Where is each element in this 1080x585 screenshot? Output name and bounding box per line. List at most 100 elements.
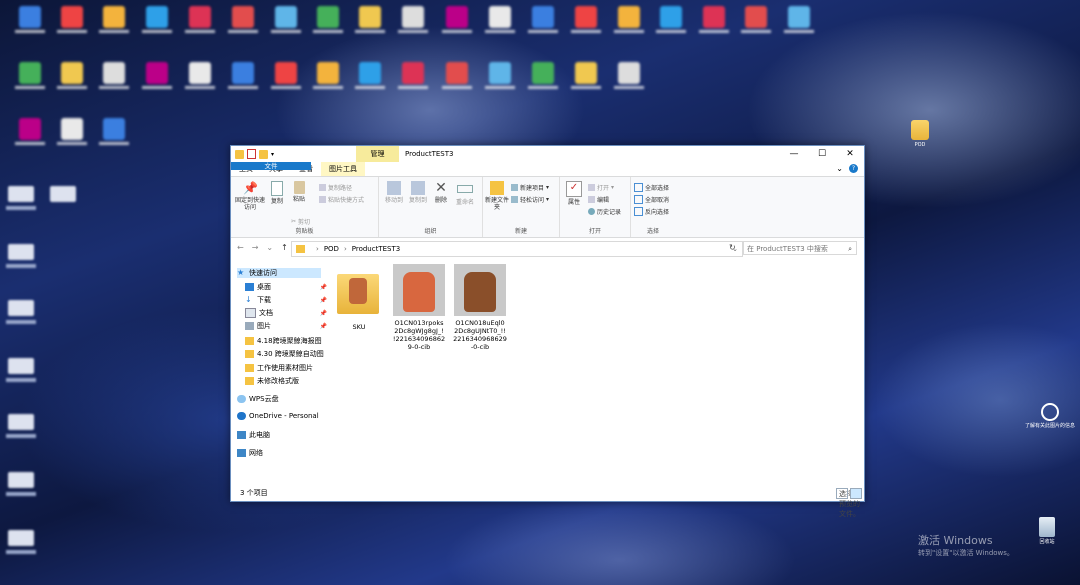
nav-item[interactable]: 未修改格式版 bbox=[237, 376, 329, 386]
nav-item[interactable]: 此电脑 bbox=[237, 430, 321, 440]
desktop-shortcut-icon[interactable] bbox=[92, 6, 136, 33]
desktop-shortcut-icon[interactable] bbox=[50, 186, 76, 202]
desktop-shortcut-icon[interactable] bbox=[348, 62, 392, 89]
pin-quick-access-button[interactable]: 📌 固定到快速访问 bbox=[234, 181, 266, 211]
desktop-shortcut-icon[interactable] bbox=[8, 244, 34, 260]
desktop-shortcut-icon[interactable] bbox=[135, 62, 179, 89]
cut-button[interactable]: ✂ 剪切 bbox=[291, 217, 310, 226]
paste-button[interactable]: 粘贴 bbox=[289, 181, 309, 203]
forward-arrow-icon[interactable]: → bbox=[252, 243, 259, 252]
desktop-shortcut-icon[interactable] bbox=[264, 6, 308, 33]
address-bar[interactable]: › POD › ProductTEST3 ⌄ bbox=[291, 241, 743, 257]
copy-path-button[interactable]: 复制路径 bbox=[319, 183, 352, 192]
file-item-sku[interactable]: SKU bbox=[329, 268, 389, 331]
desktop-shortcut-icon[interactable] bbox=[306, 62, 350, 89]
rename-button[interactable]: 重命名 bbox=[453, 181, 477, 206]
desktop-shortcut-icon[interactable] bbox=[564, 62, 608, 89]
desktop-shortcut-icon[interactable] bbox=[391, 6, 435, 33]
nav-item[interactable]: 4.18跨境聚鲸海报图 bbox=[237, 336, 329, 346]
desktop-shortcut-icon[interactable] bbox=[607, 62, 651, 89]
nav-item[interactable]: ★ 快速访问 bbox=[237, 268, 321, 278]
details-view-icon[interactable] bbox=[836, 488, 848, 499]
desktop-shortcut-icon[interactable] bbox=[135, 6, 179, 33]
properties-button[interactable]: ✓ 属性 bbox=[564, 181, 584, 206]
back-arrow-icon[interactable]: ← bbox=[237, 243, 244, 252]
desktop-shortcut-icon[interactable] bbox=[607, 6, 651, 33]
nav-item[interactable]: 图片 📌 bbox=[237, 321, 329, 331]
desktop-shortcut-icon[interactable] bbox=[564, 6, 608, 33]
desktop-shortcut-icon[interactable] bbox=[8, 530, 34, 546]
desktop-pod-folder[interactable]: POD bbox=[898, 120, 942, 148]
desktop-shortcut-icon[interactable] bbox=[478, 62, 522, 89]
nav-item[interactable]: 4.30 跨境聚鲸自动图 bbox=[237, 349, 329, 359]
desktop-shortcut-icon[interactable] bbox=[692, 6, 736, 33]
desktop-shortcut-icon[interactable] bbox=[264, 62, 308, 89]
file-item-image-2[interactable]: O1CN018uEql0 2Dc8gUJNtT0_!! 221634096862… bbox=[450, 264, 510, 351]
nav-item[interactable]: OneDrive - Personal bbox=[237, 412, 321, 420]
desktop-shortcut-icon[interactable] bbox=[178, 6, 222, 33]
desktop-shortcut-icon[interactable] bbox=[306, 6, 350, 33]
chevron-down-icon[interactable]: ⌄ bbox=[836, 164, 843, 173]
file-item-image-1[interactable]: O1CN013rpoks 2Dc8gWJg8gJ_! !221634096862… bbox=[389, 264, 449, 351]
desktop-shortcut-icon[interactable] bbox=[8, 186, 34, 202]
maximize-button[interactable]: ☐ bbox=[808, 146, 836, 162]
refresh-icon[interactable]: ↻ bbox=[729, 243, 736, 252]
select-all-button[interactable]: 全部选择 bbox=[634, 183, 669, 192]
breadcrumb-pod[interactable]: POD bbox=[324, 245, 339, 253]
easy-access-button[interactable]: 轻松访问 ▾ bbox=[511, 195, 549, 204]
desktop-recycle-bin[interactable]: 回收站 bbox=[1027, 517, 1067, 545]
desktop-shortcut-icon[interactable] bbox=[649, 6, 693, 33]
nav-item[interactable]: 文档 📌 bbox=[237, 308, 329, 318]
desktop-shortcut-icon[interactable] bbox=[348, 6, 392, 33]
delete-button[interactable]: ✕ 删除 bbox=[431, 181, 451, 204]
edit-button[interactable]: 编辑 bbox=[588, 195, 609, 204]
desktop-shortcut-icon[interactable] bbox=[178, 62, 222, 89]
move-to-button[interactable]: 移动到 bbox=[383, 181, 405, 204]
copy-button[interactable]: 复制 bbox=[267, 181, 287, 205]
desktop-shortcut-icon[interactable] bbox=[50, 6, 94, 33]
copy-to-button[interactable]: 复制到 bbox=[407, 181, 429, 204]
nav-item[interactable]: 网络 bbox=[237, 448, 321, 458]
desktop-shortcut-icon[interactable] bbox=[221, 6, 265, 33]
desktop-info-icon-item[interactable]: 了解有关此图片的信息 bbox=[1024, 403, 1076, 429]
desktop-shortcut-icon[interactable] bbox=[8, 300, 34, 316]
up-arrow-icon[interactable]: ↑ bbox=[281, 243, 288, 252]
select-none-button[interactable]: 全部取消 bbox=[634, 195, 669, 204]
desktop-shortcut-icon[interactable] bbox=[8, 62, 52, 89]
large-icons-view-icon[interactable] bbox=[850, 488, 862, 499]
tab-file[interactable]: 文件 bbox=[231, 162, 311, 170]
desktop-shortcut-icon[interactable] bbox=[777, 6, 821, 33]
new-item-button[interactable]: 新建项目 ▾ bbox=[511, 183, 549, 192]
desktop-shortcut-icon[interactable] bbox=[221, 62, 265, 89]
minimize-button[interactable]: — bbox=[780, 146, 808, 162]
desktop-shortcut-icon[interactable] bbox=[8, 414, 34, 430]
desktop-shortcut-icon[interactable] bbox=[478, 6, 522, 33]
close-button[interactable]: ✕ bbox=[836, 146, 864, 162]
desktop-shortcut-icon[interactable] bbox=[391, 62, 435, 89]
open-button[interactable]: 打开 ▾ bbox=[588, 183, 614, 192]
desktop-shortcut-icon[interactable] bbox=[8, 118, 52, 145]
chevron-down-icon[interactable]: ▾ bbox=[271, 151, 274, 158]
desktop-shortcut-icon[interactable] bbox=[435, 62, 479, 89]
chevron-down-icon[interactable]: ⌄ bbox=[266, 243, 273, 252]
invert-selection-button[interactable]: 反向选择 bbox=[634, 207, 669, 216]
nav-item[interactable]: 工作使用素材图片 bbox=[237, 363, 329, 373]
desktop-shortcut-icon[interactable] bbox=[8, 6, 52, 33]
nav-item[interactable]: 桌面 📌 bbox=[237, 282, 329, 292]
tab-picture-tools[interactable]: 图片工具 bbox=[321, 162, 365, 176]
help-icon[interactable]: ? bbox=[849, 164, 858, 173]
desktop-shortcut-icon[interactable] bbox=[8, 472, 34, 488]
tab-manage[interactable]: 管理 bbox=[356, 146, 399, 162]
desktop-shortcut-icon[interactable] bbox=[50, 62, 94, 89]
nav-item[interactable]: ↓ 下载 📌 bbox=[237, 295, 329, 305]
desktop-shortcut-icon[interactable] bbox=[8, 358, 34, 374]
desktop-shortcut-icon[interactable] bbox=[92, 62, 136, 89]
desktop-shortcut-icon[interactable] bbox=[521, 6, 565, 33]
desktop-shortcut-icon[interactable] bbox=[521, 62, 565, 89]
breadcrumb-producttest3[interactable]: ProductTEST3 bbox=[352, 245, 400, 253]
new-folder-button[interactable]: 新建文件夹 bbox=[485, 181, 509, 211]
history-button[interactable]: 历史记录 bbox=[588, 207, 621, 216]
desktop-shortcut-icon[interactable] bbox=[50, 118, 94, 145]
search-input[interactable]: 在 ProductTEST3 中搜索 ⌕ bbox=[743, 241, 857, 255]
paste-shortcut-button[interactable]: 粘贴快捷方式 bbox=[319, 195, 364, 204]
